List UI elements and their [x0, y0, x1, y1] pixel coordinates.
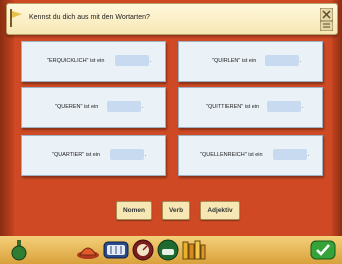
- close-icon[interactable]: [320, 8, 333, 21]
- answer-drop-slot[interactable]: [267, 101, 301, 112]
- question-text: Kennst du dich aus mit den Wortarten?: [29, 14, 150, 21]
- sentence-end: .: [150, 58, 152, 64]
- answer-drop-slot[interactable]: [115, 55, 149, 66]
- background-wall: [0, 0, 342, 264]
- sentence-end: .: [145, 152, 147, 158]
- word-prompt: "QUELLENREICH" ist ein: [200, 152, 263, 158]
- word-card-5: "QUARTIER" ist ein .: [21, 135, 166, 176]
- pennant-icon: [10, 9, 22, 27]
- counter-icon[interactable]: [103, 239, 129, 261]
- sentence-end: .: [302, 104, 304, 110]
- answer-button-verb[interactable]: Verb: [162, 201, 190, 220]
- sentence-end: .: [308, 152, 310, 158]
- game-screen: Kennst du dich aus mit den Wortarten? "E…: [0, 0, 342, 264]
- question-banner: Kennst du dich aus mit den Wortarten?: [6, 3, 338, 35]
- answer-button-noun[interactable]: Nomen: [116, 201, 152, 220]
- word-card-1: "ERQUICKLICH" ist ein .: [21, 41, 166, 82]
- books-icon[interactable]: [181, 239, 207, 261]
- word-card-3: "QUEREN" ist ein .: [21, 87, 166, 128]
- bottom-toolbar: [0, 236, 342, 264]
- word-card-4: "QUITTIEREN" ist ein .: [178, 87, 323, 128]
- word-card-6: "QUELLENREICH" ist ein .: [178, 135, 323, 176]
- word-prompt: "ERQUICKLICH" ist ein: [47, 58, 105, 64]
- answer-drop-slot[interactable]: [107, 101, 141, 112]
- sentence-end: .: [142, 104, 144, 110]
- answer-button-adjective[interactable]: Adjektiv: [200, 201, 240, 220]
- helmet-icon[interactable]: [157, 239, 179, 261]
- potion-icon[interactable]: [8, 239, 30, 261]
- checkmark-icon[interactable]: [310, 239, 336, 261]
- word-card-2: "QUIRLEN" ist ein .: [178, 41, 323, 82]
- word-prompt: "QUIRLEN" ist ein: [212, 58, 257, 64]
- gauge-icon[interactable]: [132, 239, 154, 261]
- cap-icon[interactable]: [76, 239, 100, 261]
- word-prompt: "QUITTIEREN" ist ein: [206, 104, 260, 110]
- menu-icon[interactable]: [320, 21, 333, 31]
- word-prompt: "QUEREN" ist ein: [55, 104, 99, 110]
- answer-drop-slot[interactable]: [110, 149, 144, 160]
- answer-drop-slot[interactable]: [265, 55, 299, 66]
- word-prompt: "QUARTIER" ist ein: [52, 152, 101, 158]
- sentence-end: .: [300, 58, 302, 64]
- answer-drop-slot[interactable]: [273, 149, 307, 160]
